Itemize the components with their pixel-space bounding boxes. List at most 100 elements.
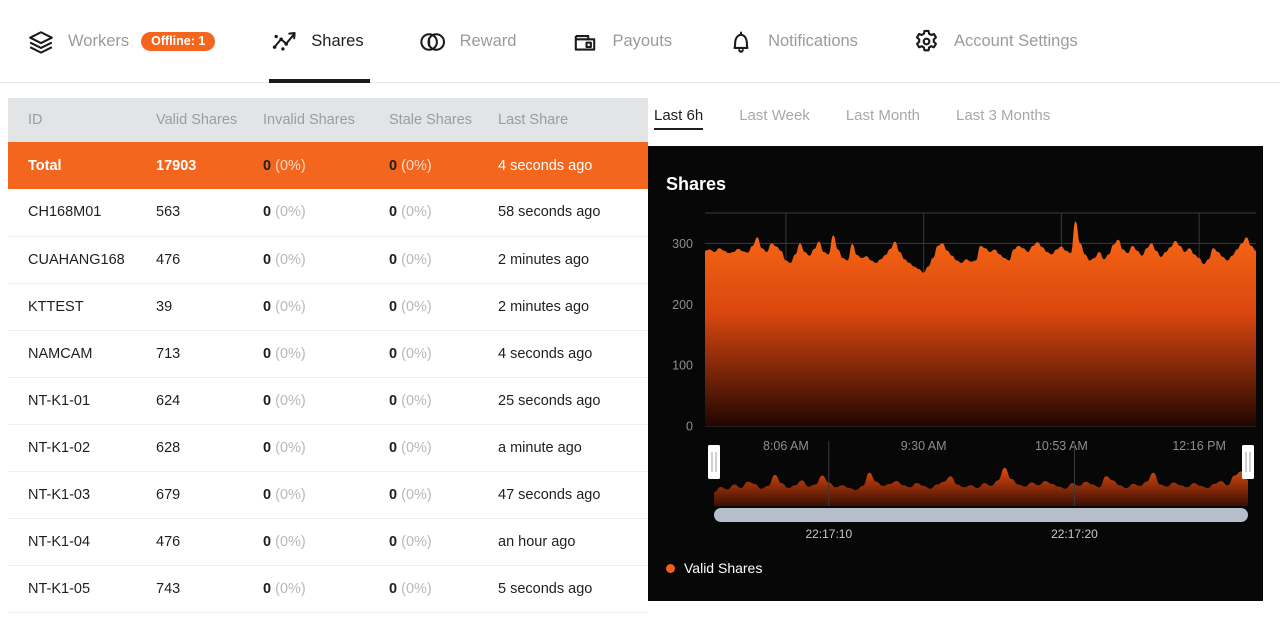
range-tab-last-3-months[interactable]: Last 3 Months bbox=[956, 107, 1050, 130]
shares-chart-card: Shares 0 100 200 300 8:06 AM 9:30 AM 10:53 AM 1… bbox=[648, 146, 1263, 601]
cell-invalid-shares: 0 (0%) bbox=[263, 189, 389, 237]
range-tab-last-6h[interactable]: Last 6h bbox=[654, 107, 704, 130]
svg-text:22:17:20: 22:17:20 bbox=[1051, 527, 1098, 541]
col-header-invalid-shares[interactable]: Invalid Shares bbox=[263, 98, 389, 142]
cell-invalid-shares: 0 (0%) bbox=[263, 518, 389, 566]
cell-last-share: 25 seconds ago bbox=[498, 377, 648, 425]
wallet-icon bbox=[570, 27, 600, 57]
svg-text:9:30 AM: 9:30 AM bbox=[901, 439, 947, 453]
cell-last-share: an hour ago bbox=[498, 518, 648, 566]
table-row[interactable]: NAMCAM 713 0 (0%) 0 (0%) 4 seconds ago bbox=[8, 330, 648, 378]
chart-legend: Valid Shares bbox=[666, 560, 762, 576]
table-row[interactable]: CH168M01 563 0 (0%) 0 (0%) 58 seconds ago bbox=[8, 189, 648, 237]
col-header-valid-shares[interactable]: Valid Shares bbox=[156, 98, 263, 142]
cell-last-share: 4 seconds ago bbox=[498, 142, 648, 189]
nav-item-workers[interactable]: Workers Offline: 1 bbox=[26, 0, 239, 83]
cell-valid-shares: 624 bbox=[156, 377, 263, 425]
svg-text:100: 100 bbox=[672, 359, 693, 373]
svg-text:10:53 AM: 10:53 AM bbox=[1035, 439, 1088, 453]
layers-icon bbox=[26, 27, 56, 57]
gear-icon bbox=[912, 27, 942, 57]
cell-id: CH168M01 bbox=[8, 189, 156, 237]
cell-invalid-shares: 0 (0%) bbox=[263, 377, 389, 425]
range-tab-bar: Last 6h Last Week Last Month Last 3 Mont… bbox=[648, 93, 1264, 146]
cell-valid-shares: 476 bbox=[156, 236, 263, 284]
nav-label-account-settings: Account Settings bbox=[953, 32, 1078, 50]
cell-invalid-shares: 0 (0%) bbox=[263, 565, 389, 613]
cell-stale-shares: 0 (0%) bbox=[389, 471, 498, 519]
cell-last-share: 2 minutes ago bbox=[498, 283, 648, 331]
table-row[interactable]: NT-K1-04 476 0 (0%) 0 (0%) an hour ago bbox=[8, 518, 648, 566]
nav-item-payouts[interactable]: Payouts bbox=[570, 0, 696, 83]
cell-valid-shares: 476 bbox=[156, 518, 263, 566]
svg-text:300: 300 bbox=[672, 237, 693, 251]
nav-label-payouts: Payouts bbox=[612, 32, 673, 50]
table-row[interactable]: NT-K1-03 679 0 (0%) 0 (0%) 47 seconds ago bbox=[8, 471, 648, 519]
col-header-last-share[interactable]: Last Share bbox=[498, 98, 648, 142]
shares-table: ID Valid Shares Invalid Shares Stale Sha… bbox=[8, 98, 648, 613]
cell-id: CUAHANG168 bbox=[8, 236, 156, 284]
svg-text:12:16 PM: 12:16 PM bbox=[1172, 439, 1226, 453]
cell-invalid-shares: 0 (0%) bbox=[263, 424, 389, 472]
bell-icon bbox=[726, 27, 756, 57]
svg-text:0: 0 bbox=[686, 420, 693, 434]
cell-stale-shares: 0 (0%) bbox=[389, 424, 498, 472]
cell-valid-shares: 679 bbox=[156, 471, 263, 519]
cell-id: NT-K1-04 bbox=[8, 518, 156, 566]
legend-label-valid-shares: Valid Shares bbox=[684, 560, 763, 576]
cell-id: KTTEST bbox=[8, 283, 156, 331]
cell-last-share: 2 minutes ago bbox=[498, 236, 648, 284]
svg-text:200: 200 bbox=[672, 298, 693, 312]
cell-stale-shares: 0 (0%) bbox=[389, 330, 498, 378]
cell-id: Total bbox=[8, 142, 156, 189]
nav-label-shares: Shares bbox=[311, 32, 364, 50]
table-row[interactable]: NT-K1-01 624 0 (0%) 0 (0%) 25 seconds ago bbox=[8, 377, 648, 425]
cell-stale-shares: 0 (0%) bbox=[389, 283, 498, 331]
nav-label-notifications: Notifications bbox=[768, 32, 858, 50]
nav-item-shares[interactable]: Shares bbox=[269, 0, 387, 83]
cell-id: NT-K1-03 bbox=[8, 471, 156, 519]
svg-text:8:06 AM: 8:06 AM bbox=[763, 439, 809, 453]
col-header-id[interactable]: ID bbox=[8, 98, 156, 142]
table-row-total[interactable]: Total 17903 0 (0%) 0 (0%) 4 seconds ago bbox=[8, 142, 648, 189]
range-tab-last-week[interactable]: Last Week bbox=[739, 107, 810, 130]
status-badge-offline: Offline: 1 bbox=[141, 31, 216, 52]
cell-valid-shares: 563 bbox=[156, 189, 263, 237]
nav-item-account-settings[interactable]: Account Settings bbox=[912, 0, 1102, 83]
chart-panel: Last 6h Last Week Last Month Last 3 Mont… bbox=[640, 83, 1280, 625]
cell-valid-shares: 628 bbox=[156, 424, 263, 472]
cell-stale-shares: 0 (0%) bbox=[389, 142, 498, 189]
nav-item-notifications[interactable]: Notifications bbox=[726, 0, 882, 83]
cell-stale-shares: 0 (0%) bbox=[389, 189, 498, 237]
table-row[interactable]: KTTEST 39 0 (0%) 0 (0%) 2 minutes ago bbox=[8, 283, 648, 331]
coins-icon bbox=[418, 27, 448, 57]
nav-item-reward[interactable]: Reward bbox=[418, 0, 541, 83]
table-body: Total 17903 0 (0%) 0 (0%) 4 seconds ago CH168… bbox=[8, 142, 648, 613]
range-tab-last-month[interactable]: Last Month bbox=[846, 107, 920, 130]
cell-last-share: 58 seconds ago bbox=[498, 189, 648, 237]
cell-id: NAMCAM bbox=[8, 330, 156, 378]
svg-text:22:17:10: 22:17:10 bbox=[805, 527, 852, 541]
cell-last-share: 4 seconds ago bbox=[498, 330, 648, 378]
cell-invalid-shares: 0 (0%) bbox=[263, 330, 389, 378]
cell-invalid-shares: 0 (0%) bbox=[263, 142, 389, 189]
nav-label-reward: Reward bbox=[459, 32, 517, 50]
col-header-stale-shares[interactable]: Stale Shares bbox=[389, 98, 498, 142]
cell-stale-shares: 0 (0%) bbox=[389, 518, 498, 566]
cell-valid-shares: 743 bbox=[156, 565, 263, 613]
cell-last-share: 5 seconds ago bbox=[498, 565, 648, 613]
table-row[interactable]: CUAHANG168 476 0 (0%) 0 (0%) 2 minutes ago bbox=[8, 236, 648, 284]
cell-last-share: a minute ago bbox=[498, 424, 648, 472]
trending-scatter-icon bbox=[269, 27, 299, 57]
cell-valid-shares: 17903 bbox=[156, 142, 263, 189]
cell-id: NT-K1-01 bbox=[8, 377, 156, 425]
legend-dot-valid-shares bbox=[666, 563, 675, 573]
table-header: ID Valid Shares Invalid Shares Stale Sha… bbox=[8, 98, 648, 142]
brush-handle-left bbox=[708, 445, 720, 479]
chart-plot-area[interactable]: 0 100 200 300 8:06 AM 9:30 AM 10:53 AM 12:16 PM… bbox=[648, 146, 1263, 601]
cell-stale-shares: 0 (0%) bbox=[389, 565, 498, 613]
cell-id: NT-K1-02 bbox=[8, 424, 156, 472]
table-row[interactable]: NT-K1-05 743 0 (0%) 0 (0%) 5 seconds ago bbox=[8, 565, 648, 613]
table-row[interactable]: NT-K1-02 628 0 (0%) 0 (0%) a minute ago bbox=[8, 424, 648, 472]
cell-last-share: 47 seconds ago bbox=[498, 471, 648, 519]
